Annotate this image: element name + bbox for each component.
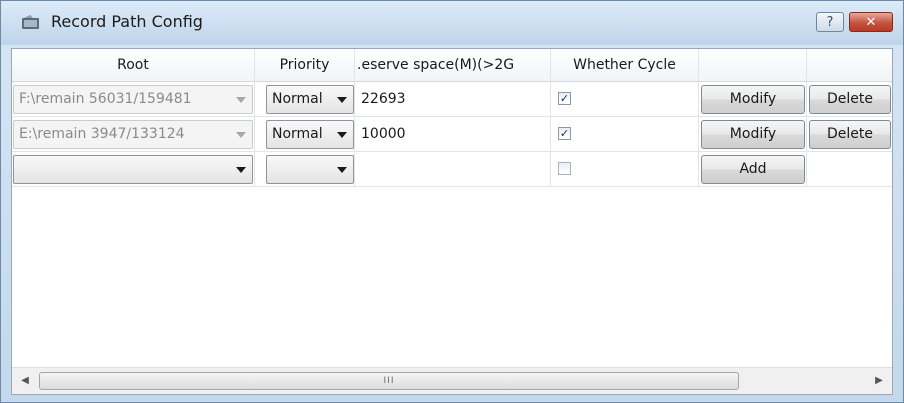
empty-cell xyxy=(807,152,892,187)
cycle-checkbox[interactable]: ✓ xyxy=(558,92,571,105)
scrollbar-thumb[interactable]: III xyxy=(39,372,739,390)
reserve-value: 22693 xyxy=(361,91,406,107)
record-path-table: Root Priority .eserve space(M)(>2G Wheth… xyxy=(11,48,893,395)
modify-cell: Modify xyxy=(699,117,807,152)
priority-value: Normal xyxy=(272,91,323,107)
cycle-cell xyxy=(551,152,699,187)
add-button[interactable]: Add xyxy=(701,155,805,184)
cycle-cell: ✓ xyxy=(551,82,699,117)
check-icon: ✓ xyxy=(559,92,570,105)
modify-cell: Modify xyxy=(699,82,807,117)
priority-combo[interactable] xyxy=(266,155,354,184)
root-cell: F:\remain 56031/159481 xyxy=(12,82,255,117)
header-reserve-space[interactable]: .eserve space(M)(>2G xyxy=(355,49,551,81)
chevron-down-icon xyxy=(337,132,347,138)
header-action-1[interactable] xyxy=(699,49,807,81)
root-combo[interactable]: F:\remain 56031/159481 xyxy=(13,85,253,114)
grip-icon: III xyxy=(383,376,395,386)
table-row: E:\remain 3947/133124 Normal 10000 ✓ Mod… xyxy=(12,117,892,152)
scroll-left-icon[interactable]: ◀ xyxy=(18,374,32,388)
priority-cell: Normal xyxy=(255,117,355,152)
chevron-down-icon xyxy=(337,97,347,103)
reserve-cell[interactable] xyxy=(355,152,551,187)
header-priority[interactable]: Priority xyxy=(255,49,355,81)
reserve-value: 10000 xyxy=(361,126,406,142)
reserve-cell[interactable]: 10000 xyxy=(355,117,551,152)
chevron-down-icon xyxy=(236,97,246,103)
delete-button[interactable]: Delete xyxy=(809,85,891,114)
reserve-cell[interactable]: 22693 xyxy=(355,82,551,117)
help-button[interactable]: ? xyxy=(816,12,844,32)
chevron-down-icon xyxy=(236,167,246,173)
chevron-down-icon xyxy=(337,167,347,173)
root-cell xyxy=(12,152,255,187)
root-combo[interactable]: E:\remain 3947/133124 xyxy=(13,120,253,149)
app-icon xyxy=(22,15,39,29)
cycle-cell: ✓ xyxy=(551,117,699,152)
modify-button[interactable]: Modify xyxy=(701,120,805,149)
root-value: E:\remain 3947/133124 xyxy=(19,126,185,142)
table-header: Root Priority .eserve space(M)(>2G Wheth… xyxy=(12,49,892,82)
cycle-checkbox[interactable] xyxy=(558,162,571,175)
table-row: F:\remain 56031/159481 Normal 22693 ✓ Mo… xyxy=(12,82,892,117)
delete-button[interactable]: Delete xyxy=(809,120,891,149)
priority-combo[interactable]: Normal xyxy=(266,85,354,114)
header-root[interactable]: Root xyxy=(12,49,255,81)
root-cell: E:\remain 3947/133124 xyxy=(12,117,255,152)
title-bar[interactable]: Record Path Config ? ✕ xyxy=(1,1,903,45)
modify-button[interactable]: Modify xyxy=(701,85,805,114)
priority-cell: Normal xyxy=(255,82,355,117)
check-icon: ✓ xyxy=(559,127,570,140)
dialog-window: Record Path Config ? ✕ Root Priority .es… xyxy=(0,0,904,403)
window-title: Record Path Config xyxy=(51,12,203,31)
help-icon: ? xyxy=(826,14,834,30)
chevron-down-icon xyxy=(236,132,246,138)
scroll-right-icon[interactable]: ▶ xyxy=(872,374,886,388)
horizontal-scrollbar[interactable]: ◀ III ▶ xyxy=(12,367,892,394)
header-whether-cycle[interactable]: Whether Cycle xyxy=(551,49,699,81)
table-row-new: Add xyxy=(12,152,892,187)
close-button[interactable]: ✕ xyxy=(849,12,893,32)
priority-cell xyxy=(255,152,355,187)
add-cell: Add xyxy=(699,152,807,187)
priority-combo[interactable]: Normal xyxy=(266,120,354,149)
delete-cell: Delete xyxy=(807,117,892,152)
root-combo[interactable] xyxy=(13,155,253,184)
root-value: F:\remain 56031/159481 xyxy=(19,91,192,107)
cycle-checkbox[interactable]: ✓ xyxy=(558,127,571,140)
header-action-2[interactable] xyxy=(807,49,892,81)
close-icon: ✕ xyxy=(865,14,877,30)
delete-cell: Delete xyxy=(807,82,892,117)
priority-value: Normal xyxy=(272,126,323,142)
